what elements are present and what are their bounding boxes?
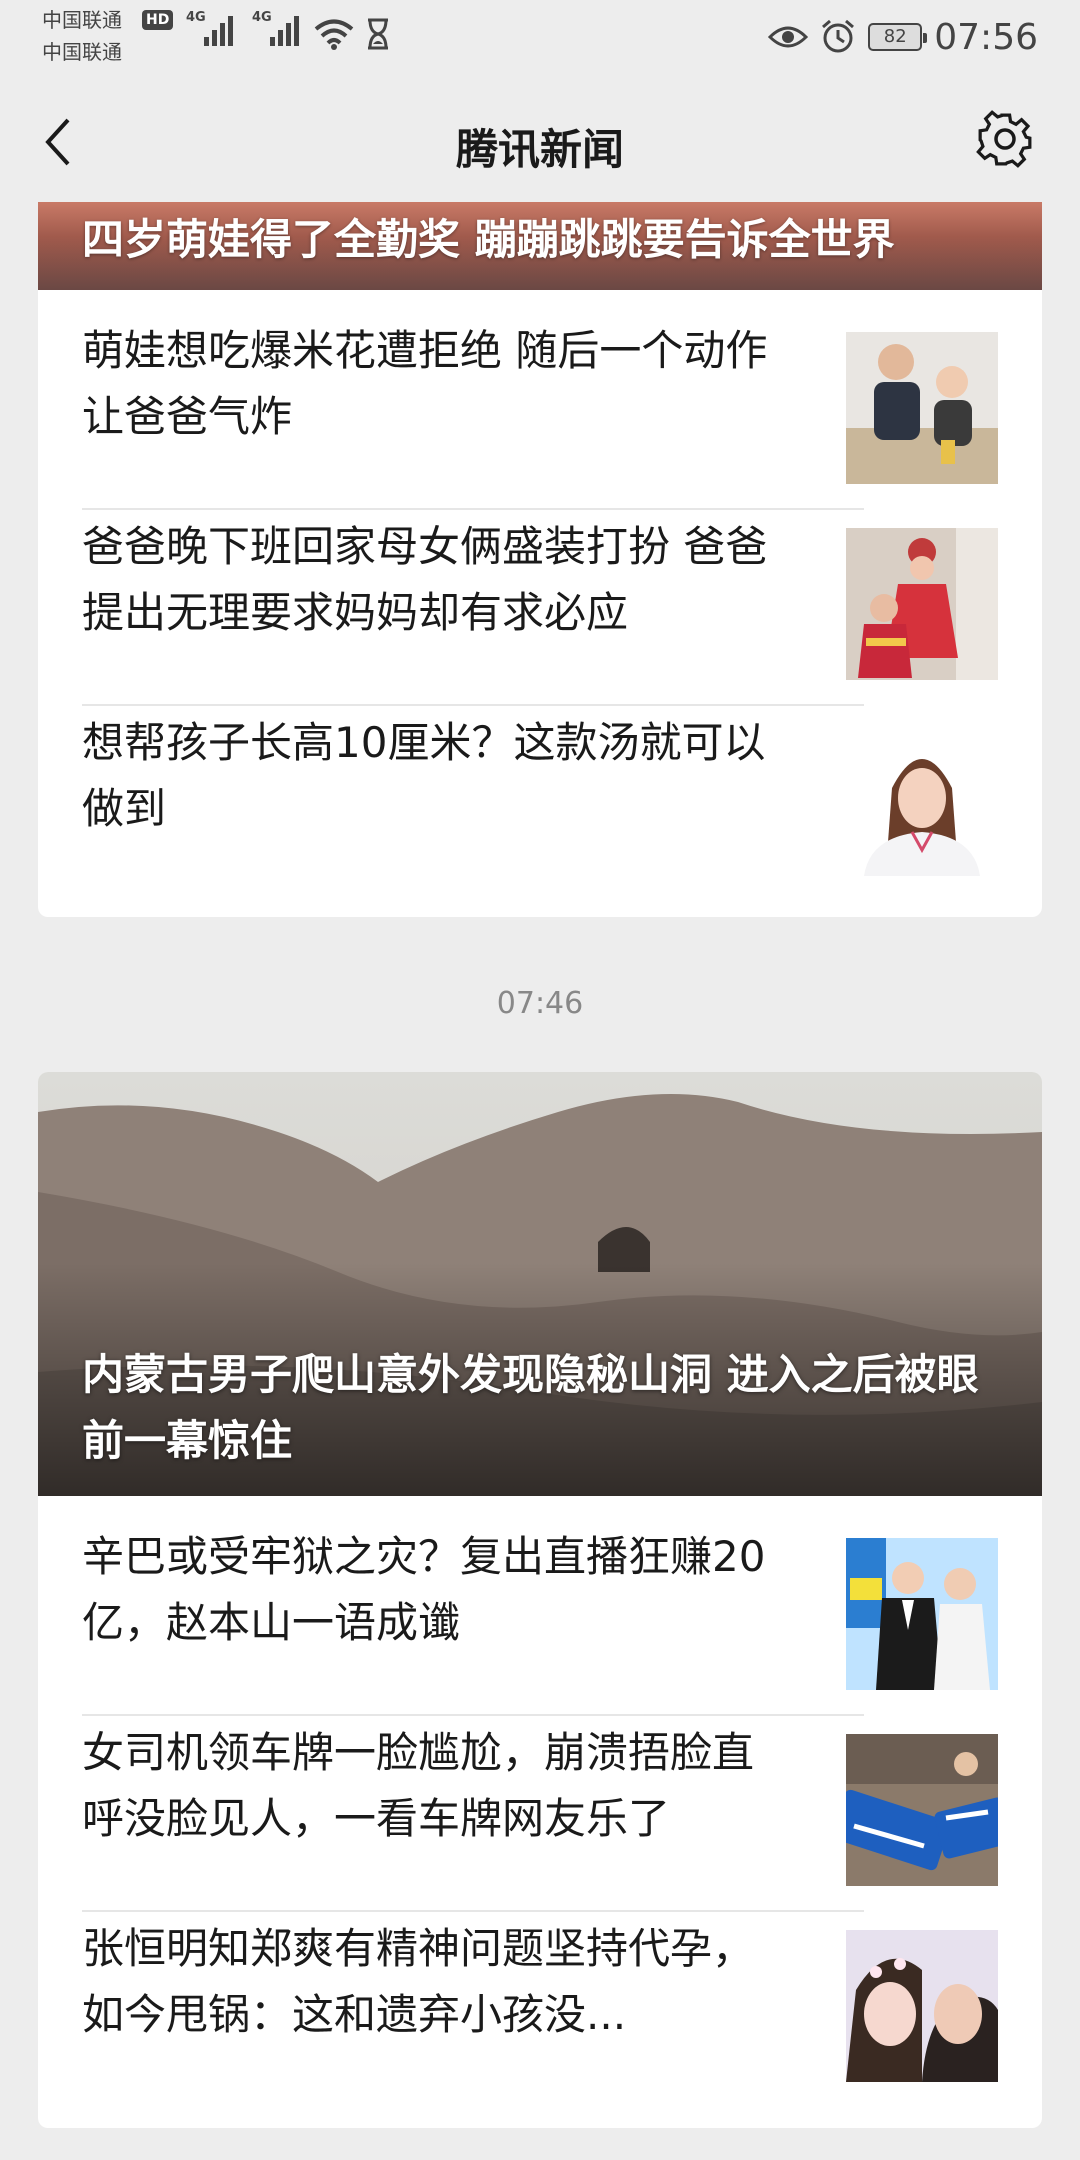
list-item[interactable]: 想帮孩子长高10厘米？这款汤就可以做到 — [82, 682, 998, 878]
item-title: 萌娃想吃爆米花遭拒绝 随后一个动作让爸爸气炸 — [82, 326, 768, 441]
thumbnail-image — [846, 1734, 998, 1886]
carrier-label-1: 中国联通 — [42, 8, 122, 32]
list-item[interactable]: 女司机领车牌一脸尴尬，崩溃捂脸直呼没脸见人，一看车牌网友乐了 — [82, 1692, 998, 1888]
wifi-icon — [314, 19, 354, 50]
nav-bar: 腾讯新闻 — [0, 80, 1080, 202]
eye-icon — [768, 26, 809, 48]
hd-badge: HD — [142, 10, 174, 30]
list-item[interactable]: 爸爸晚下班回家母女俩盛装打扮 爸爸提出无理要求妈妈却有求必应 — [82, 486, 998, 682]
thumbnail-image — [846, 528, 998, 680]
status-right: 82 07:56 — [768, 12, 1038, 62]
carrier-label-2: 中国联通 — [42, 40, 122, 64]
battery-indicator: 82 — [868, 23, 928, 51]
timestamp: 07:46 — [496, 986, 584, 1021]
news-card-2: 内蒙古男子爬山意外发现隐秘山洞 进入之后被眼前一幕惊住 辛巴或受牢狱之灾？复出直… — [38, 1072, 1042, 2128]
thumbnail-image — [846, 1930, 998, 2082]
item-title: 女司机领车牌一脸尴尬，崩溃捂脸直呼没脸见人，一看车牌网友乐了 — [82, 1728, 755, 1843]
settings-button[interactable] — [974, 108, 1036, 170]
network-type-1: 4G — [186, 10, 206, 25]
alarm-icon — [822, 19, 855, 53]
hero-story-2[interactable]: 内蒙古男子爬山意外发现隐秘山洞 进入之后被眼前一幕惊住 — [38, 1072, 1042, 1496]
list-item[interactable]: 张恒明知郑爽有精神问题坚持代孕，如今甩锅：这和遗弃小孩没... — [82, 1888, 998, 2084]
thumbnail-image — [846, 1538, 998, 1690]
news-card-1: 四岁萌娃得了全勤奖 蹦蹦跳跳要告诉全世界 萌娃想吃爆米花遭拒绝 随后一个动作让爸… — [38, 202, 1042, 917]
item-title: 辛巴或受牢狱之灾？复出直播狂赚20亿，赵本山一语成谶 — [82, 1532, 766, 1647]
hourglass-icon — [368, 18, 388, 50]
list-item[interactable]: 辛巴或受牢狱之灾？复出直播狂赚20亿，赵本山一语成谶 — [82, 1496, 998, 1692]
item-title: 张恒明知郑爽有精神问题坚持代孕，如今甩锅：这和遗弃小孩没... — [82, 1924, 755, 2039]
hero-title-1: 四岁萌娃得了全勤奖 蹦蹦跳跳要告诉全世界 — [82, 215, 895, 264]
status-bar: 中国联通 中国联通 HD 4G 4G 82 07:56 — [0, 0, 1080, 80]
gear-icon — [976, 110, 1032, 168]
page-title: 腾讯新闻 — [455, 125, 624, 174]
thumbnail-image — [846, 724, 998, 876]
thumbnail-image — [846, 332, 998, 484]
hero-title-2: 内蒙古男子爬山意外发现隐秘山洞 进入之后被眼前一幕惊住 — [82, 1350, 979, 1465]
item-title: 想帮孩子长高10厘米？这款汤就可以做到 — [82, 718, 766, 833]
list-item[interactable]: 萌娃想吃爆米花遭拒绝 随后一个动作让爸爸气炸 — [82, 290, 998, 486]
hero-story-1[interactable]: 四岁萌娃得了全勤奖 蹦蹦跳跳要告诉全世界 — [38, 202, 1042, 290]
network-type-2: 4G — [252, 10, 272, 25]
item-title: 爸爸晚下班回家母女俩盛装打扮 爸爸提出无理要求妈妈却有求必应 — [82, 522, 768, 637]
clock: 07:56 — [934, 16, 1038, 58]
